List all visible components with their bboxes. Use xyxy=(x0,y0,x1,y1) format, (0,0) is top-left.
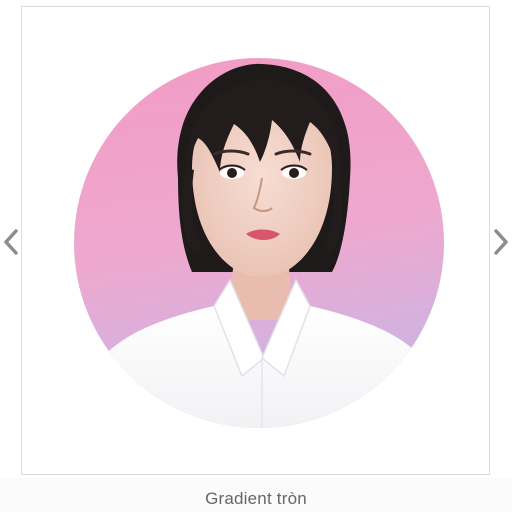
next-slide-button[interactable] xyxy=(490,226,512,258)
gallery-slide xyxy=(21,6,490,475)
chevron-right-icon xyxy=(494,229,508,255)
chevron-left-icon xyxy=(4,229,18,255)
slide-caption: Gradient tròn xyxy=(205,489,307,508)
previous-slide-button[interactable] xyxy=(0,226,22,258)
image-gallery: Gradient tròn xyxy=(0,0,512,512)
portrait-photo xyxy=(74,58,444,428)
